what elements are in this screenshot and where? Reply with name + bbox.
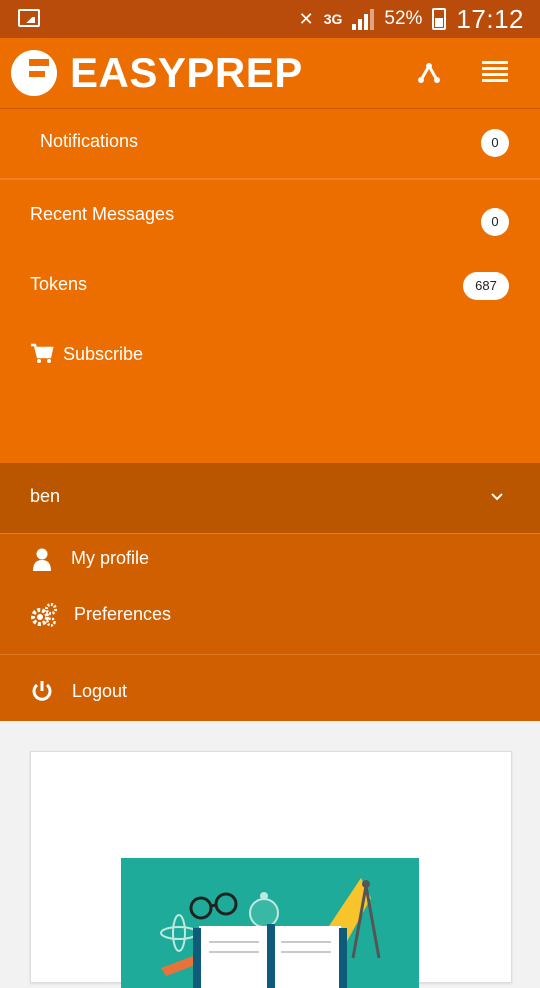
recent-messages-label: Recent Messages <box>30 204 175 224</box>
network-type: 3G <box>323 11 343 27</box>
preferences-label: Preferences <box>74 604 172 624</box>
status-bar: ✕ 3G 52% 17:12 <box>0 0 540 38</box>
notifications-label: Notifications <box>40 131 139 151</box>
battery-percent: 52% <box>384 8 423 29</box>
tokens-label: Tokens <box>30 274 88 294</box>
content-card <box>30 751 512 988</box>
vibrate-mute-icon: ✕ <box>298 8 314 29</box>
study-illustration-image <box>121 858 419 988</box>
battery-icon <box>432 8 447 30</box>
nav-menu: Notifications 0 Recent Messages 0 Tokens… <box>0 109 540 463</box>
tokens-count-badge: 687 <box>463 272 509 300</box>
notifications-count-badge: 0 <box>481 129 509 157</box>
user-dropdown[interactable]: ben <box>0 463 540 533</box>
recent-messages-count-badge: 0 <box>481 208 509 236</box>
app-header: EASYPREP <box>0 38 540 109</box>
clock: 17:12 <box>456 3 524 34</box>
status-icons: ✕ 3G 52% 17:12 <box>299 4 524 34</box>
my-profile-label: My profile <box>71 548 150 568</box>
list-menu-icon[interactable] <box>482 58 514 91</box>
signal-icon <box>352 8 375 30</box>
gallery-icon <box>18 9 40 27</box>
gears-icon <box>30 602 58 633</box>
user-icon <box>32 548 52 577</box>
brand-name[interactable]: EASYPREP <box>70 50 303 96</box>
user-menu: My profile Preferences Logout <box>0 533 540 721</box>
divider <box>0 654 540 655</box>
cart-icon <box>30 343 54 370</box>
main-content <box>0 721 540 988</box>
username: ben <box>30 486 61 506</box>
logout-label: Logout <box>72 681 128 701</box>
chevron-down-icon[interactable] <box>490 489 504 507</box>
divider <box>0 533 540 534</box>
share-icon[interactable] <box>413 58 445 88</box>
easyprep-logo-icon[interactable] <box>11 50 57 96</box>
subscribe-label: Subscribe <box>63 344 144 364</box>
power-icon <box>31 679 53 708</box>
divider <box>0 178 540 180</box>
